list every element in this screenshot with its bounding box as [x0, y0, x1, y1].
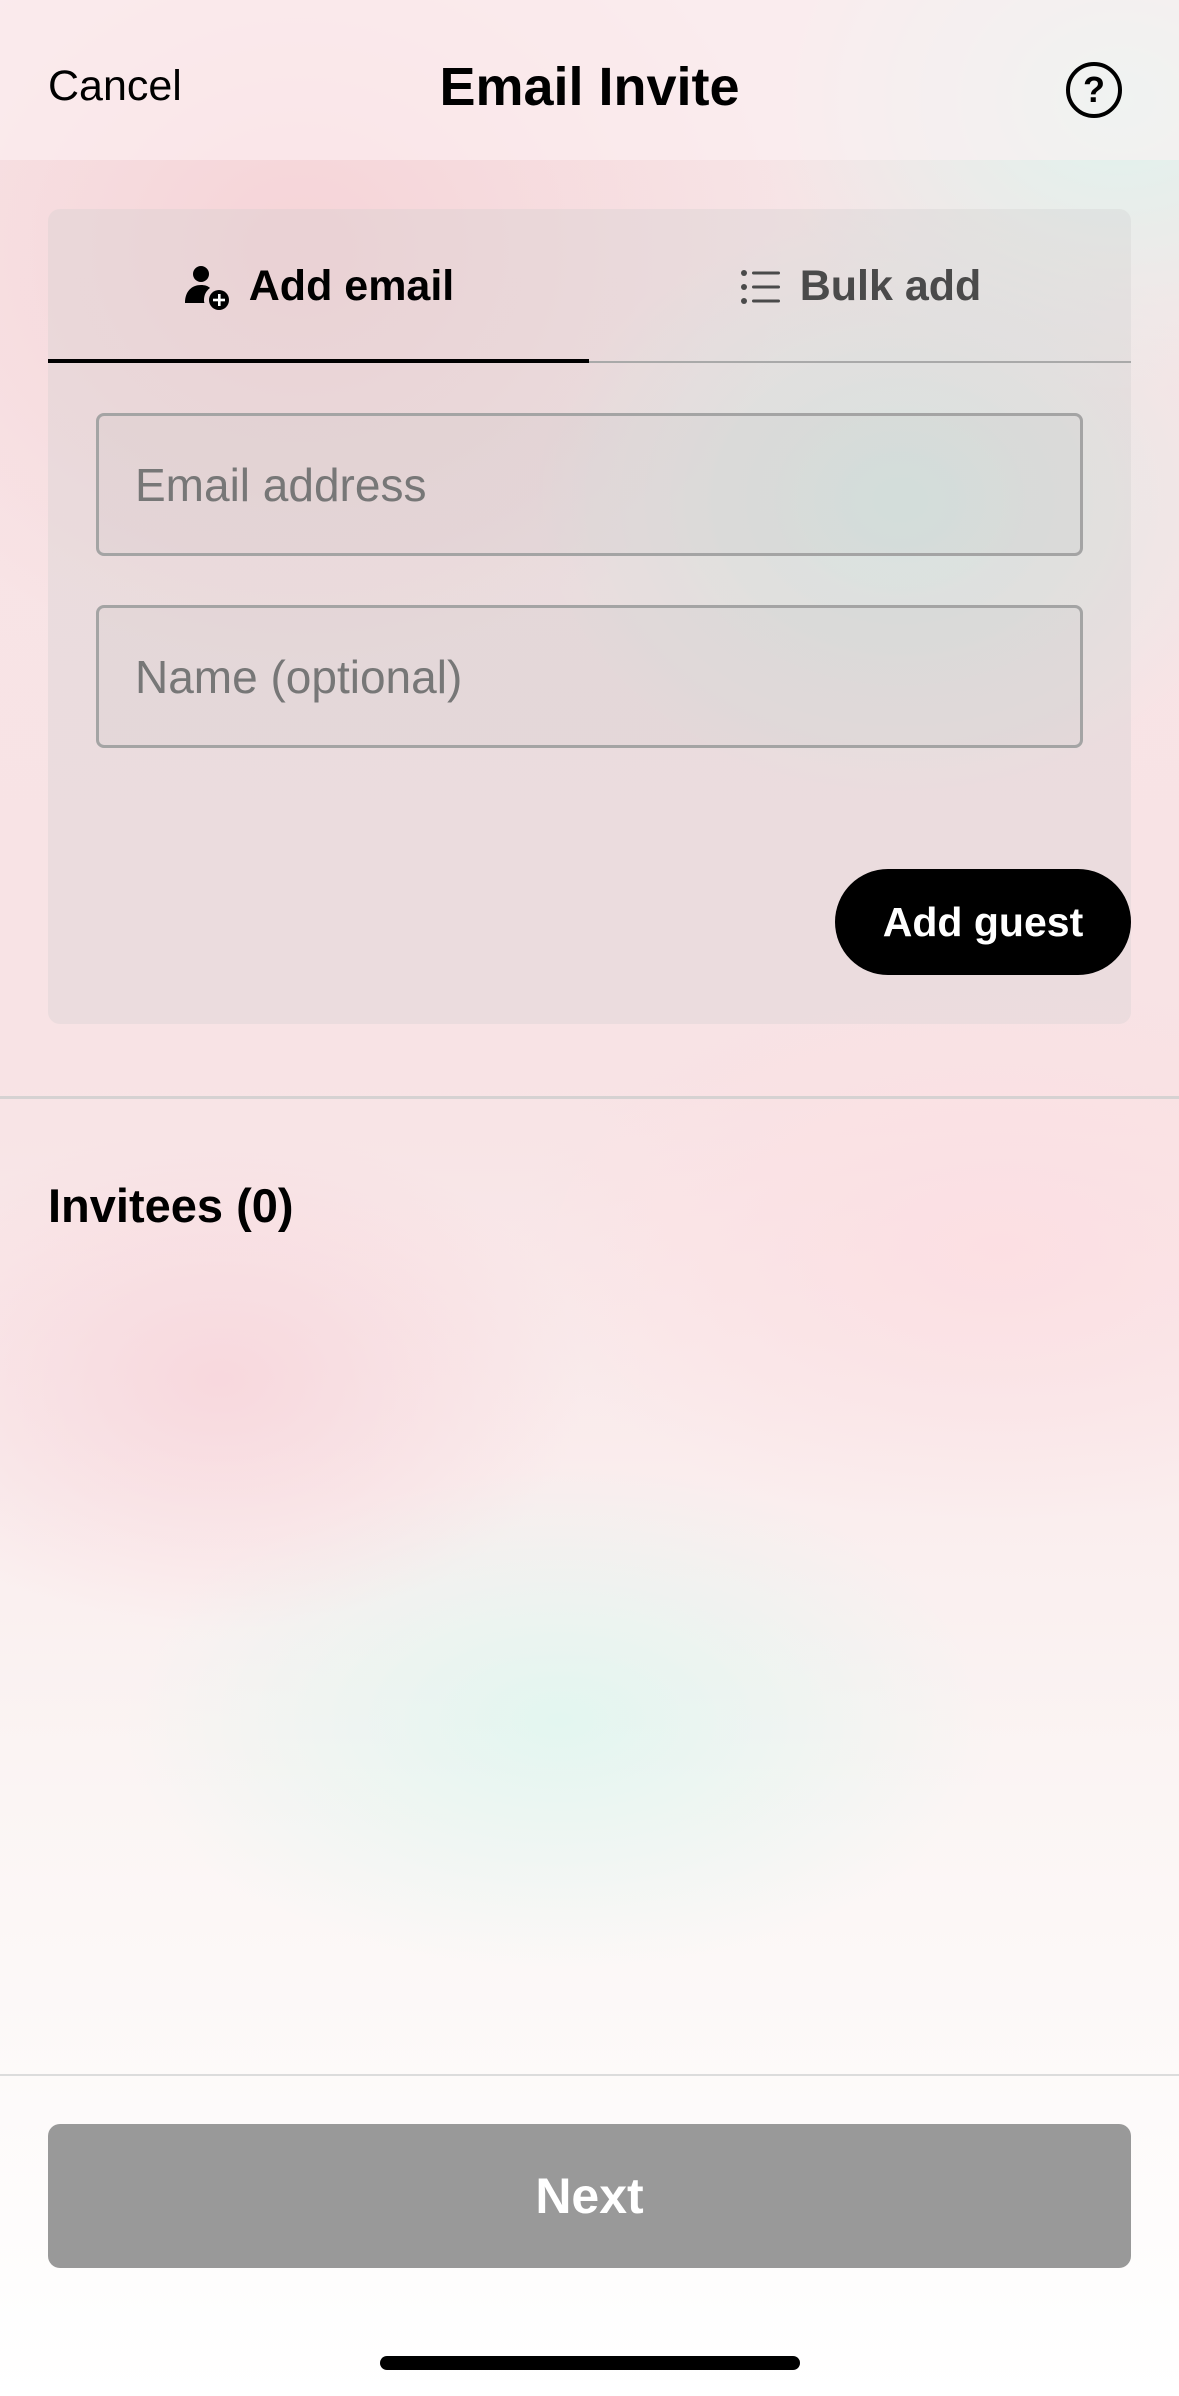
nav-header: Cancel Email Invite ?: [0, 0, 1179, 160]
person-add-icon: [183, 263, 231, 311]
section-divider: [0, 1096, 1179, 1099]
name-field[interactable]: [96, 605, 1083, 748]
tab-bulk-add[interactable]: Bulk add: [590, 209, 1131, 364]
tab-add-email[interactable]: Add email: [48, 209, 589, 364]
email-field[interactable]: [96, 413, 1083, 556]
active-tab-indicator: [48, 359, 589, 363]
next-button[interactable]: Next: [48, 2124, 1131, 2268]
invitees-heading: Invitees (0): [48, 1179, 294, 1232]
help-icon-glyph: ?: [1083, 69, 1105, 110]
footer-divider: [0, 2074, 1179, 2076]
add-guest-button[interactable]: Add guest: [835, 869, 1131, 975]
page-title: Email Invite: [439, 57, 740, 117]
help-icon[interactable]: ?: [1066, 62, 1122, 118]
tab-bar: Add email Bulk add: [48, 209, 1131, 364]
invite-card: Add email Bulk add Add guest: [48, 209, 1131, 1024]
home-indicator: [380, 2356, 800, 2370]
list-icon: [740, 266, 782, 308]
tab-bulk-add-label: Bulk add: [799, 262, 982, 310]
tab-add-email-label: Add email: [248, 262, 455, 310]
